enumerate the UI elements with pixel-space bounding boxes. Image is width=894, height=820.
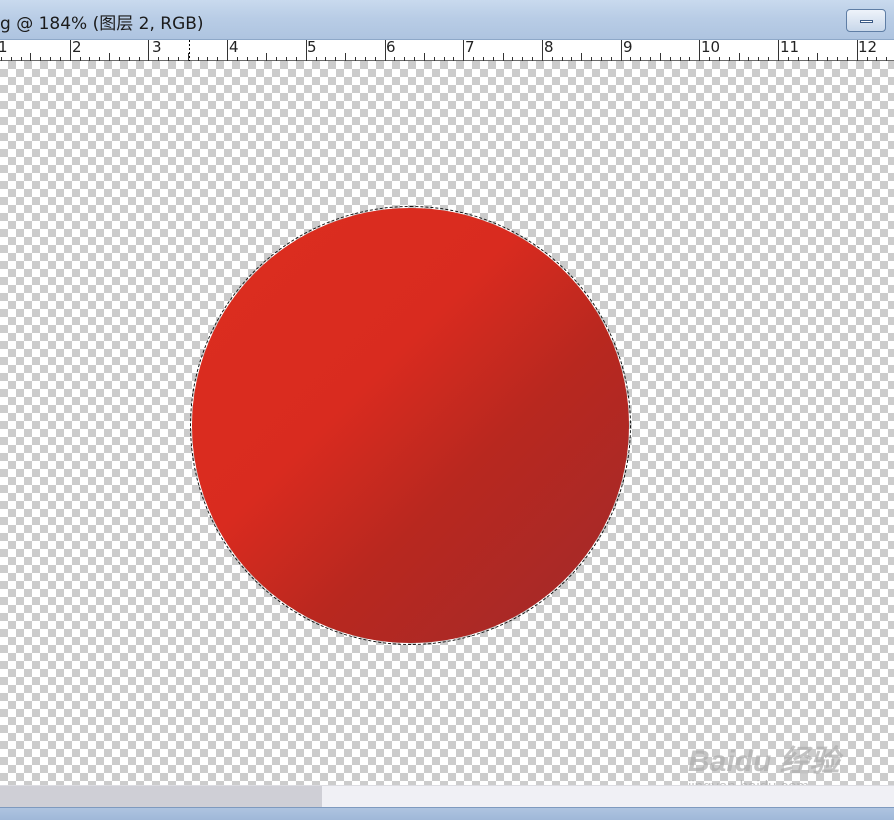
ruler-ticks xyxy=(1,40,887,61)
ruler-label: 11 xyxy=(780,38,800,56)
document-title: g @ 184% (图层 2, RGB) xyxy=(0,14,204,34)
horizontal-ruler[interactable]: 1 2 3 4 5 6 7 8 9 10 11 12 xyxy=(0,40,894,61)
horizontal-scrollbar[interactable] xyxy=(0,785,894,807)
ruler-label: 3 xyxy=(152,38,162,56)
ruler-label: 4 xyxy=(229,38,239,56)
ruler-label: 2 xyxy=(72,38,82,56)
ruler-label: 7 xyxy=(465,38,475,56)
watermark-brand: Baidu 经验 xyxy=(688,745,840,778)
window-bottom-frame xyxy=(0,807,894,820)
minimize-icon xyxy=(860,20,873,23)
scrollbar-thumb[interactable] xyxy=(0,786,322,807)
ruler-label: 6 xyxy=(386,38,396,56)
ruler-label: 8 xyxy=(544,38,554,56)
ruler-label: 1 xyxy=(0,38,8,56)
ruler-label: 12 xyxy=(858,38,878,56)
ruler-label: 9 xyxy=(623,38,633,56)
red-circle-shape[interactable] xyxy=(192,208,629,643)
ruler-label: 5 xyxy=(307,38,317,56)
title-bar[interactable]: g @ 184% (图层 2, RGB) xyxy=(0,0,894,40)
document-window: g @ 184% (图层 2, RGB) 1 2 3 4 5 6 7 8 9 1… xyxy=(0,0,894,820)
transparent-canvas[interactable]: Baidu 经验 jingyan.baidu.com xyxy=(0,61,894,795)
minimize-button[interactable] xyxy=(846,9,886,32)
ruler-label: 10 xyxy=(701,38,721,56)
